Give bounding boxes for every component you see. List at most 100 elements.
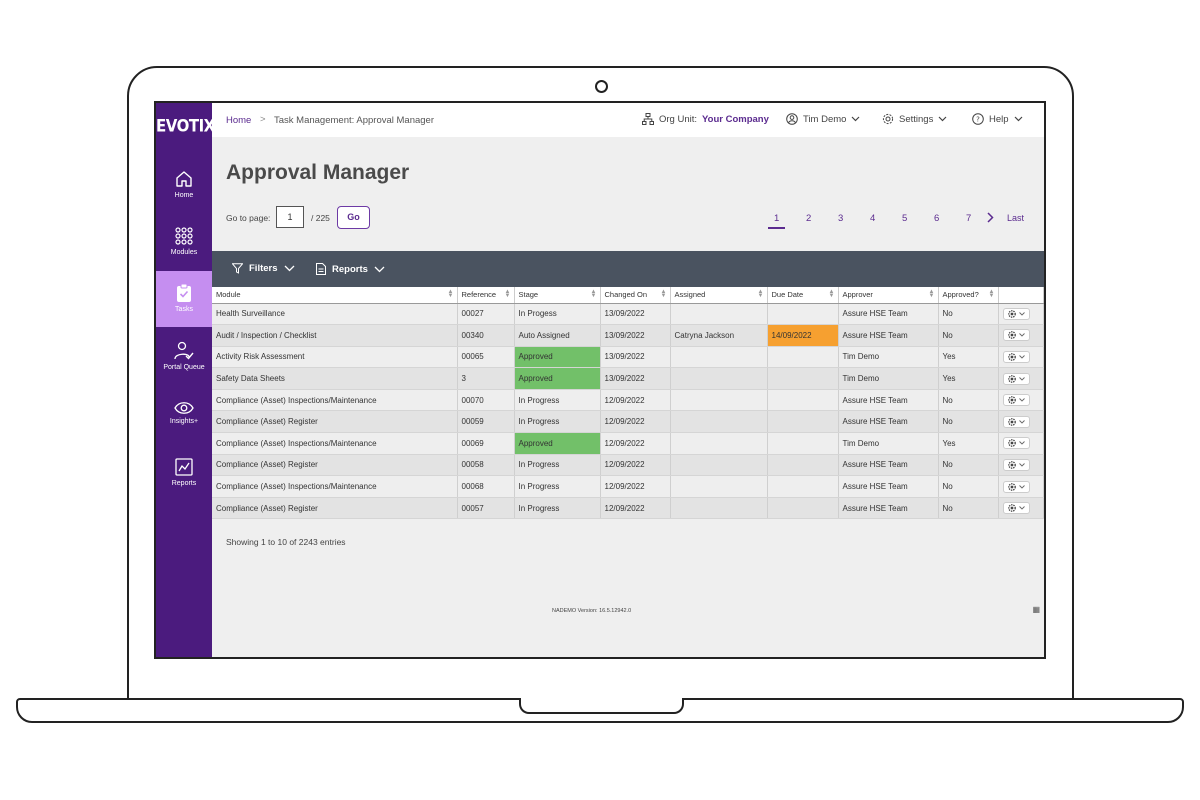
- row-actions-button[interactable]: [1002, 480, 1030, 493]
- table-row[interactable]: Compliance (Asset) Inspections/Maintenan…: [212, 475, 1044, 498]
- settings-label: Settings: [899, 113, 934, 125]
- chevron-down-icon: [852, 116, 860, 122]
- sidebar-item-home[interactable]: Home: [156, 169, 212, 209]
- sort-icon[interactable]: ▲ ▼: [758, 289, 764, 299]
- row-actions-button[interactable]: [1002, 350, 1030, 363]
- table-row[interactable]: Compliance (Asset) Register 00057 In Progr…: [212, 497, 1044, 520]
- cell-stage: In Progess: [514, 303, 601, 326]
- help-label: Help: [989, 113, 1009, 125]
- sort-icon[interactable]: ▲ ▼: [989, 289, 995, 299]
- page-link-6[interactable]: 6: [934, 213, 939, 224]
- column-header[interactable]: Changed On ▲ ▼: [600, 287, 671, 304]
- cell-actions: [998, 410, 1044, 434]
- row-actions-button[interactable]: [1002, 372, 1030, 385]
- cell-changed-on: 12/09/2022: [600, 454, 671, 477]
- page-link-last[interactable]: Last: [1007, 213, 1024, 223]
- table-row[interactable]: Activity Risk Assessment 00065 Approved 13/…: [212, 346, 1044, 369]
- cell-actions: [998, 497, 1044, 520]
- chevron-down-icon: [1018, 398, 1025, 402]
- sidebar-item-portal-queue[interactable]: Portal Queue: [156, 341, 212, 381]
- sidebar-item-insights[interactable]: Insights+: [156, 401, 212, 441]
- row-actions-button[interactable]: [1002, 502, 1030, 515]
- org-unit-selector[interactable]: Org Unit: Your Company: [642, 113, 769, 125]
- page-link-5[interactable]: 5: [902, 213, 907, 224]
- org-unit-value[interactable]: Your Company: [702, 114, 769, 125]
- page-link-4[interactable]: 4: [870, 213, 875, 224]
- cell-changed-on: 13/09/2022: [600, 303, 671, 326]
- evotix-logo[interactable]: EVOTIX: [156, 116, 215, 136]
- cell-approved: No: [938, 389, 999, 412]
- cell-reference: 00070: [457, 389, 515, 412]
- cell-actions: [998, 432, 1044, 455]
- sidebar-item-modules[interactable]: Modules: [156, 226, 212, 266]
- user-icon: [786, 113, 798, 125]
- cell-approved: No: [938, 475, 999, 498]
- column-header[interactable]: Due Date ▲ ▼: [767, 287, 839, 304]
- gear-icon: [1007, 396, 1016, 405]
- table-row[interactable]: Compliance (Asset) Inspections/Maintenan…: [212, 432, 1044, 455]
- table-row[interactable]: Compliance (Asset) Register 00059 In Progr…: [212, 410, 1044, 434]
- cell-approved: No: [938, 410, 999, 434]
- row-actions-button[interactable]: [1002, 307, 1030, 320]
- chevron-down-icon: [938, 116, 947, 122]
- filters-label: Filters: [249, 263, 278, 274]
- chevron-down-icon: [1018, 333, 1025, 338]
- user-menu[interactable]: Tim Demo: [786, 113, 860, 125]
- row-actions-button[interactable]: [1002, 329, 1030, 342]
- cell-module: Compliance (Asset) Inspections/Maintenan…: [212, 389, 458, 412]
- page-link-7[interactable]: 7: [966, 213, 971, 224]
- page-link-2[interactable]: 2: [806, 213, 811, 224]
- row-actions-button[interactable]: [1002, 415, 1030, 428]
- settings-menu[interactable]: Settings: [882, 113, 947, 125]
- sort-icon[interactable]: ▲ ▼: [505, 289, 511, 299]
- cell-reference: 00027: [457, 303, 515, 326]
- translate-icon[interactable]: ▦: [1032, 605, 1040, 614]
- chevron-down-icon: [284, 265, 294, 272]
- row-actions-button[interactable]: [1002, 437, 1030, 450]
- reports-button[interactable]: Reports: [316, 263, 385, 275]
- cell-module: Compliance (Asset) Inspections/Maintenan…: [212, 432, 458, 455]
- sidebar-item-tasks[interactable]: Tasks: [156, 271, 212, 327]
- column-header[interactable]: Approver ▲ ▼: [838, 287, 939, 304]
- cell-approver: Tim Demo: [838, 432, 939, 455]
- cell-assigned: [670, 389, 768, 412]
- table-row[interactable]: Compliance (Asset) Inspections/Maintenan…: [212, 389, 1044, 412]
- column-header[interactable]: Module ▲ ▼: [212, 287, 458, 304]
- column-header-label: Approver: [842, 290, 873, 300]
- sort-icon[interactable]: ▲ ▼: [448, 289, 454, 299]
- row-actions-button[interactable]: [1002, 458, 1030, 471]
- column-header[interactable]: Stage ▲ ▼: [514, 287, 601, 304]
- breadcrumb-home[interactable]: Home: [226, 115, 251, 126]
- table-row[interactable]: Safety Data Sheets 3 Approved 13/09/2022 Tim…: [212, 367, 1044, 390]
- sidebar-item-reports[interactable]: Reports: [156, 457, 212, 497]
- gear-icon: [1007, 374, 1016, 383]
- page-link-3[interactable]: 3: [838, 213, 843, 224]
- goto-page-label: Go to page:: [226, 213, 271, 223]
- chevron-right-icon[interactable]: [987, 212, 994, 223]
- cell-changed-on: 13/09/2022: [600, 367, 671, 390]
- go-button[interactable]: Go: [337, 206, 370, 229]
- cell-changed-on: 12/09/2022: [600, 410, 671, 434]
- cell-approver: Tim Demo: [838, 367, 939, 390]
- cell-assigned: [670, 410, 768, 434]
- page-link-1[interactable]: 1: [768, 213, 786, 229]
- page-title: Approval Manager: [226, 161, 410, 184]
- sort-icon[interactable]: ▲ ▼: [661, 289, 667, 299]
- sort-icon[interactable]: ▲ ▼: [929, 289, 935, 299]
- table-row[interactable]: Health Surveillance 00027 In Progess 13/09/…: [212, 303, 1044, 326]
- help-menu[interactable]: ? Help: [972, 113, 1023, 125]
- filters-button[interactable]: Filters: [232, 263, 295, 274]
- gear-icon: [1007, 504, 1016, 512]
- sort-icon[interactable]: ▲ ▼: [829, 289, 835, 299]
- column-header[interactable]: Assigned ▲ ▼: [670, 287, 768, 304]
- column-header-label: Approved?: [942, 290, 979, 300]
- row-actions-button[interactable]: [1002, 394, 1030, 407]
- sort-icon[interactable]: ▲ ▼: [591, 289, 597, 299]
- column-header[interactable]: Reference ▲ ▼: [457, 287, 515, 304]
- column-header[interactable]: Approved? ▲ ▼: [938, 287, 999, 304]
- cell-stage: In Progress: [514, 389, 601, 412]
- cell-due-date: [767, 432, 839, 455]
- goto-page-input[interactable]: [276, 206, 304, 228]
- table-row[interactable]: Compliance (Asset) Register 00058 In Progr…: [212, 454, 1044, 477]
- table-row[interactable]: Audit / Inspection / Checklist 00340 Auto …: [212, 324, 1044, 347]
